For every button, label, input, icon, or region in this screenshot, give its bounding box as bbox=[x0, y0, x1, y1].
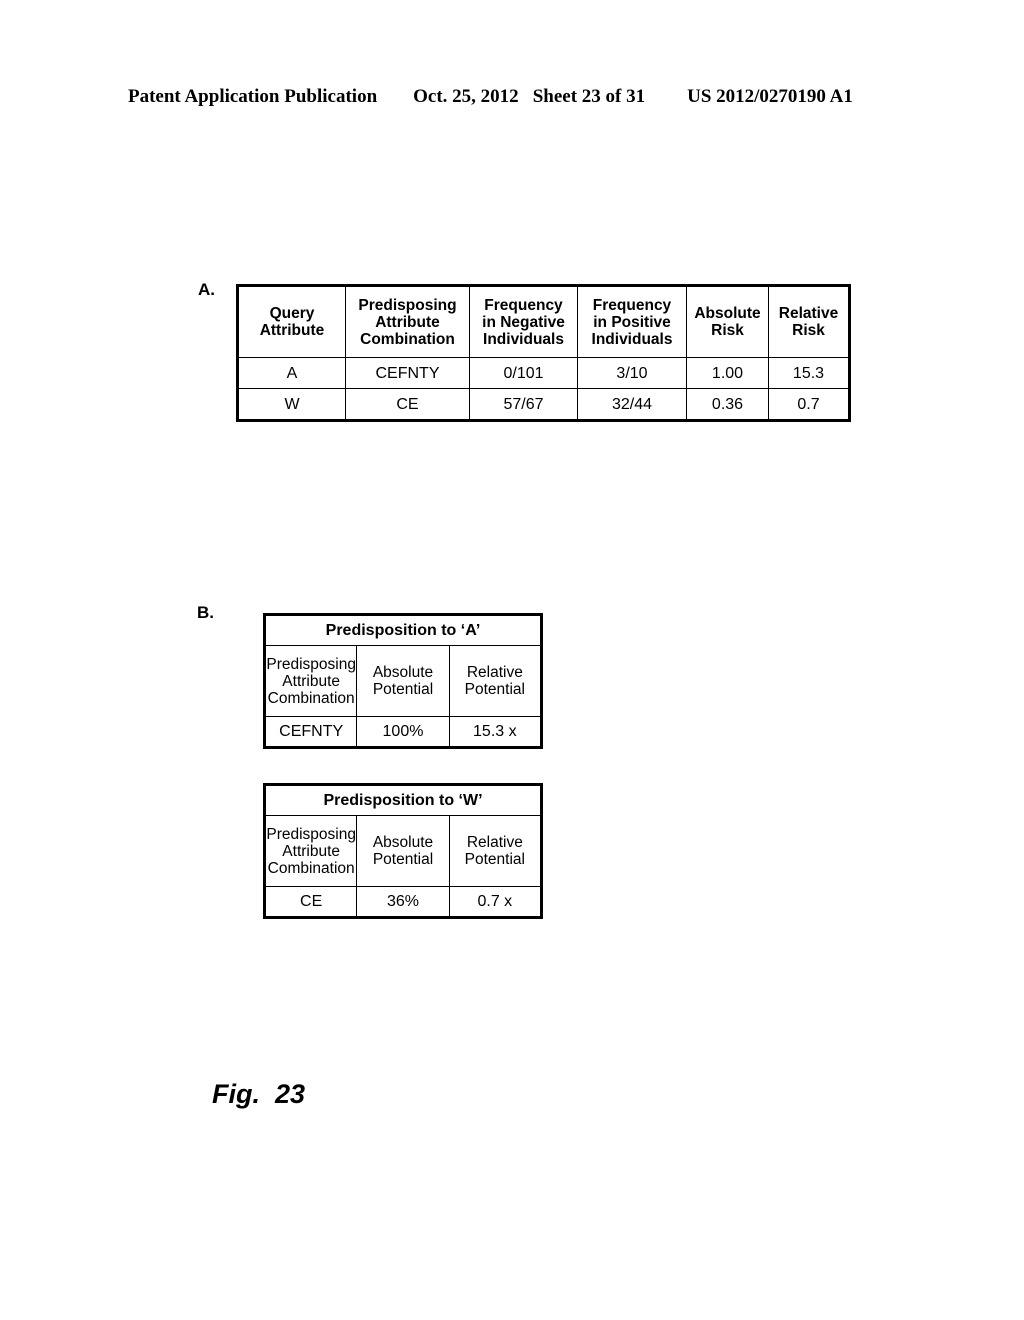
column-header-absolute-potential: Absolute Potential bbox=[356, 645, 450, 717]
header-line: Attribute bbox=[375, 313, 440, 331]
header-line: Relative bbox=[466, 834, 523, 851]
cell-relative-potential: 15.3 x bbox=[448, 716, 543, 748]
header-line: Frequency bbox=[592, 296, 672, 314]
header-line: Relative bbox=[466, 664, 523, 681]
panel-b-label: B. bbox=[197, 603, 214, 622]
header-sheet-text: Sheet 23 of 31 bbox=[532, 86, 646, 107]
cell-attribute-combination: CEFNTY bbox=[345, 357, 470, 389]
header-line: in Negative bbox=[482, 313, 565, 331]
predisposition-table-w: Predisposition to ‘W’ Predisposing Attri… bbox=[263, 783, 543, 919]
header-patent-number: US 2012/0270190 A1 bbox=[687, 86, 853, 107]
table-b2-header-row: Predisposing Attribute Combination Absol… bbox=[263, 815, 543, 887]
table-row: A CEFNTY 0/101 3/10 1.00 15.3 bbox=[237, 357, 850, 389]
table-row: CEFNTY 100% 15.3 x bbox=[263, 716, 543, 748]
cell-frequency-negative: 0/101 bbox=[469, 357, 578, 389]
header-line: Predisposing bbox=[358, 296, 457, 314]
header-line: in Positive bbox=[593, 313, 671, 331]
header-line: Predisposing bbox=[266, 655, 356, 673]
header-publication-text: Patent Application Publication bbox=[128, 86, 378, 107]
header-line: Attribute bbox=[282, 842, 341, 860]
cell-frequency-positive: 3/10 bbox=[577, 357, 687, 389]
table-b1-title-row: Predisposition to ‘A’ bbox=[264, 614, 542, 646]
cell-attribute-combination: CEFNTY bbox=[263, 716, 358, 748]
table-row: W CE 57/67 32/44 0.36 0.7 bbox=[237, 388, 850, 421]
header-line: Risk bbox=[792, 322, 825, 339]
cell-query-attribute: W bbox=[237, 388, 346, 421]
column-header-predisposing-attribute-combination: Predisposing Attribute Combination bbox=[263, 645, 358, 717]
header-line: Query bbox=[269, 305, 315, 322]
header-line: Combination bbox=[267, 689, 355, 707]
panel-a-label: A. bbox=[198, 280, 215, 299]
column-header-frequency-negative: Frequency in Negative Individuals bbox=[469, 285, 578, 358]
table-b2-title-row: Predisposition to ‘W’ bbox=[264, 784, 542, 816]
header-line: Absolute bbox=[372, 834, 434, 851]
table-b1-header-row: Predisposing Attribute Combination Absol… bbox=[263, 645, 543, 717]
header-line: Absolute bbox=[372, 664, 434, 681]
column-header-absolute-potential: Absolute Potential bbox=[356, 815, 450, 887]
column-header-relative-risk: Relative Risk bbox=[768, 285, 850, 358]
column-header-query-attribute: Query Attribute bbox=[237, 285, 346, 358]
column-header-relative-potential: Relative Potential bbox=[448, 645, 543, 717]
page-running-header: Patent Application Publication Oct. 25, … bbox=[128, 86, 896, 108]
header-line: Absolute bbox=[694, 305, 761, 322]
cell-relative-potential: 0.7 x bbox=[448, 886, 543, 918]
cell-absolute-potential: 100% bbox=[356, 716, 450, 748]
column-header-relative-potential: Relative Potential bbox=[448, 815, 543, 887]
column-header-absolute-risk: Absolute Risk bbox=[686, 285, 769, 358]
header-line: Combination bbox=[267, 859, 355, 877]
header-line: Predisposing bbox=[266, 825, 356, 843]
column-header-frequency-positive: Frequency in Positive Individuals bbox=[577, 285, 687, 358]
cell-query-attribute: A bbox=[237, 357, 346, 389]
header-line: Potential bbox=[464, 851, 525, 868]
header-line: Relative bbox=[778, 305, 839, 322]
table-row: CE 36% 0.7 x bbox=[263, 886, 543, 918]
header-date-text: Oct. 25, 2012 bbox=[413, 86, 519, 107]
table-title: Predisposition to ‘A’ bbox=[264, 614, 542, 646]
cell-attribute-combination: CE bbox=[263, 886, 358, 918]
predisposition-table-a: Predisposition to ‘A’ Predisposing Attri… bbox=[263, 613, 543, 749]
column-header-predisposing-attribute-combination: Predisposing Attribute Combination bbox=[345, 285, 470, 358]
header-line: Individuals bbox=[591, 330, 673, 348]
cell-absolute-risk: 1.00 bbox=[686, 357, 769, 389]
table-a-header-row: Query Attribute Predisposing Attribute C… bbox=[237, 285, 850, 358]
cell-relative-risk: 0.7 bbox=[768, 388, 850, 421]
figure-caption: Fig. 23 bbox=[212, 1079, 306, 1109]
header-line: Potential bbox=[372, 851, 434, 868]
risk-summary-table: Query Attribute Predisposing Attribute C… bbox=[236, 284, 851, 422]
cell-frequency-negative: 57/67 bbox=[469, 388, 578, 421]
cell-attribute-combination: CE bbox=[345, 388, 470, 421]
header-line: Potential bbox=[372, 681, 434, 698]
column-header-predisposing-attribute-combination: Predisposing Attribute Combination bbox=[263, 815, 358, 887]
header-line: Attribute bbox=[282, 672, 341, 690]
header-line: Attribute bbox=[259, 322, 325, 339]
header-line: Frequency bbox=[484, 296, 563, 314]
table-title: Predisposition to ‘W’ bbox=[264, 784, 542, 816]
header-line: Combination bbox=[360, 330, 455, 348]
cell-relative-risk: 15.3 bbox=[768, 357, 850, 389]
header-line: Potential bbox=[464, 681, 525, 698]
cell-absolute-risk: 0.36 bbox=[686, 388, 769, 421]
cell-frequency-positive: 32/44 bbox=[577, 388, 687, 421]
header-line: Risk bbox=[711, 322, 744, 339]
cell-absolute-potential: 36% bbox=[356, 886, 450, 918]
header-line: Individuals bbox=[483, 330, 564, 348]
